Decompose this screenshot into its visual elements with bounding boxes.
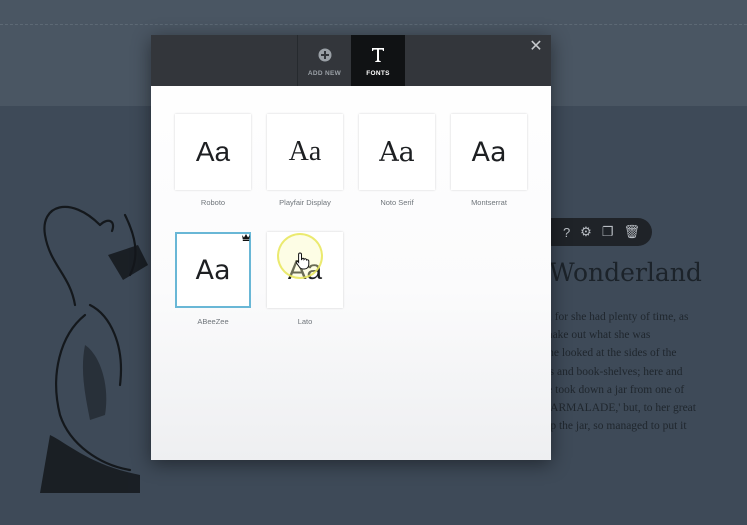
flamingo-illustration <box>40 205 148 493</box>
font-card-montserrat[interactable]: Aa <box>451 114 527 190</box>
font-sample: Aa <box>379 136 415 168</box>
paragraph-line: vly, for she had plenty of time, as <box>535 311 689 323</box>
tab-label: FONTS <box>366 70 390 77</box>
gear-icon: ⚙ <box>580 224 592 239</box>
font-sample: Aa <box>471 136 507 168</box>
font-name: Lato <box>297 317 313 326</box>
font-sample: Aa <box>288 136 322 167</box>
font-card-playfair-display[interactable]: Aa <box>267 114 343 190</box>
paragraph-line: n she looked at the sides of the <box>535 347 677 360</box>
page-heading: Wonderland <box>549 258 702 287</box>
font-card-abeezee[interactable]: Aa <box>175 232 251 308</box>
tab-label: ADD NEW <box>307 70 342 77</box>
copy-icon: ❐ <box>601 224 614 239</box>
paragraph-line: o make out what she was <box>535 329 651 342</box>
font-sample: Aa <box>287 254 323 285</box>
plus-circle-icon <box>318 46 332 64</box>
font-card-noto-serif[interactable]: Aa <box>359 114 435 190</box>
font-name: Playfair Display <box>279 198 331 207</box>
text-t-icon <box>371 46 385 64</box>
close-icon[interactable]: ✕ <box>528 39 544 55</box>
crown-icon <box>241 232 251 242</box>
help-icon: ? <box>562 224 571 240</box>
font-card-lato[interactable]: Aa <box>267 232 343 308</box>
modal-header: ADD NEW FONTS ✕ <box>151 35 551 86</box>
font-name: Roboto <box>200 198 226 207</box>
font-name: ABeeZee <box>197 317 229 326</box>
font-name: Noto Serif <box>380 198 414 207</box>
tab-fonts[interactable]: FONTS <box>351 35 405 86</box>
paragraph-line: ' MARMALADE,' but, to her great <box>535 401 696 414</box>
trash-icon: 🗑 <box>623 224 640 239</box>
paragraph-line: drop the jar, so managed to put it <box>535 420 687 433</box>
page-divider <box>0 24 747 25</box>
element-toolbar: ? ⚙ ❐ 🗑 <box>538 218 652 246</box>
font-sample: Aa <box>195 136 231 167</box>
page-paragraph: vly, for she had plenty of time, as o ma… <box>535 308 747 435</box>
tab-add-new[interactable]: ADD NEW <box>297 35 351 86</box>
fonts-modal: ADD NEW FONTS ✕ Aa Roboto Aa Playfair Di… <box>151 35 551 460</box>
font-name: Montserrat <box>471 198 507 207</box>
font-sample: Aa <box>195 254 231 286</box>
paragraph-line: ards and book-shelves; here and <box>535 365 683 378</box>
paragraph-line: She took down a jar from one of <box>535 383 685 396</box>
font-card-roboto[interactable]: Aa <box>175 114 251 190</box>
